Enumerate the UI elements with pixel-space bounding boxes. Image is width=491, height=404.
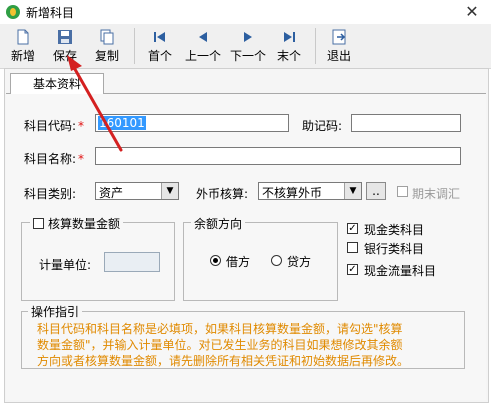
chevron-down-icon: ▼ <box>344 183 361 199</box>
last-button[interactable]: 末个 <box>272 24 306 68</box>
first-button[interactable]: 首个 <box>143 24 177 68</box>
tab-basic-info[interactable]: 基本资料 <box>10 73 104 94</box>
next-button-label: 下一个 <box>229 49 266 63</box>
type-label: 科目类别: <box>24 187 77 201</box>
cashflow-account-checkbox[interactable]: ✓ <box>347 264 358 275</box>
type-select[interactable]: 资产 ▼ <box>95 182 179 200</box>
exit-icon <box>332 29 346 45</box>
balance-direction-group <box>183 222 338 301</box>
bank-account-checkbox[interactable] <box>347 242 358 253</box>
copy-button-label: 复制 <box>94 49 119 63</box>
copy-button[interactable]: 复制 <box>90 24 124 68</box>
cash-account-label: 现金类科目 <box>364 223 425 237</box>
exit-button[interactable]: 退出 <box>322 24 356 68</box>
code-field-value: 160101 <box>98 116 146 130</box>
prev-record-icon <box>199 32 207 42</box>
first-button-label: 首个 <box>147 49 172 63</box>
currency-select[interactable]: 不核算外币 ▼ <box>258 182 362 200</box>
cash-account-checkbox[interactable]: ✓ <box>347 223 358 234</box>
toolbar: 新增 保存 复制 首个 上一个 下一个 末个 退出 <box>0 24 491 69</box>
unit-field[interactable] <box>104 252 160 272</box>
balance-direction-title: 余额方向 <box>191 215 246 232</box>
currency-browse-button[interactable]: .. <box>366 182 386 200</box>
guide-line: 数量金额"，并输入计量单位。对已发生业务的科目如果想修改其余额 <box>37 338 403 352</box>
name-field[interactable] <box>95 147 461 165</box>
last-record-icon <box>284 32 295 42</box>
cashflow-account-label: 现金流量科目 <box>364 264 437 278</box>
guide-title: 操作指引 <box>28 303 83 320</box>
name-label-text: 科目名称: <box>24 152 77 166</box>
exit-button-label: 退出 <box>326 49 351 63</box>
code-label-text: 科目代码: <box>24 119 77 133</box>
toolbar-separator <box>315 28 316 64</box>
credit-radio[interactable] <box>271 255 282 266</box>
app-logo-icon <box>6 5 20 19</box>
debit-label: 借方 <box>226 255 251 269</box>
guide-line: 方向或者核算数量金额，请先删除所有相关凭证和初始数据后再修改。 <box>37 354 410 368</box>
period-adjust-checkbox[interactable] <box>397 186 408 197</box>
copy-icon <box>100 29 114 45</box>
mnemonic-label: 助记码: <box>302 119 343 133</box>
qty-amount-label: 核算数量金额 <box>48 217 121 231</box>
code-label: 科目代码: * <box>24 117 84 134</box>
toolbar-separator <box>134 28 135 64</box>
qty-amount-group-title: 核算数量金额 <box>30 215 124 232</box>
new-button[interactable]: 新增 <box>6 24 40 68</box>
qty-amount-checkbox[interactable] <box>33 218 44 229</box>
new-doc-icon <box>17 29 29 45</box>
first-record-icon <box>154 32 165 42</box>
unit-label: 计量单位: <box>39 258 92 272</box>
save-button[interactable]: 保存 <box>48 24 82 68</box>
prev-button-label: 上一个 <box>184 49 221 63</box>
save-disk-icon <box>58 30 72 44</box>
name-required-mark: * <box>78 152 85 166</box>
currency-label: 外币核算: <box>196 187 249 201</box>
prev-button[interactable]: 上一个 <box>182 24 224 68</box>
code-required-mark: * <box>78 119 85 133</box>
next-button[interactable]: 下一个 <box>227 24 269 68</box>
guide-line: 科目代码和科目名称是必填项，如果科目核算数量金额，请勾选"核算 <box>37 322 403 336</box>
new-button-label: 新增 <box>10 49 35 63</box>
window-title: 新增科目 <box>26 6 75 20</box>
credit-label: 贷方 <box>287 255 312 269</box>
save-button-label: 保存 <box>52 49 77 63</box>
currency-select-value: 不核算外币 <box>262 186 323 200</box>
last-button-label: 末个 <box>276 49 301 63</box>
mnemonic-field[interactable] <box>351 114 461 132</box>
guide-text: 科目代码和科目名称是必填项，如果科目核算数量金额，请勾选"核算 数量金额"，并输… <box>37 321 457 369</box>
name-label: 科目名称: * <box>24 150 84 167</box>
close-icon[interactable]: ✕ <box>463 3 481 21</box>
chevron-down-icon: ▼ <box>161 183 178 199</box>
period-adjust-label: 期末调汇 <box>412 187 461 201</box>
next-record-icon <box>244 32 252 42</box>
debit-radio[interactable] <box>210 255 221 266</box>
type-select-value: 资产 <box>99 186 124 200</box>
code-field[interactable]: 160101 <box>95 114 289 132</box>
bank-account-label: 银行类科目 <box>364 242 425 256</box>
